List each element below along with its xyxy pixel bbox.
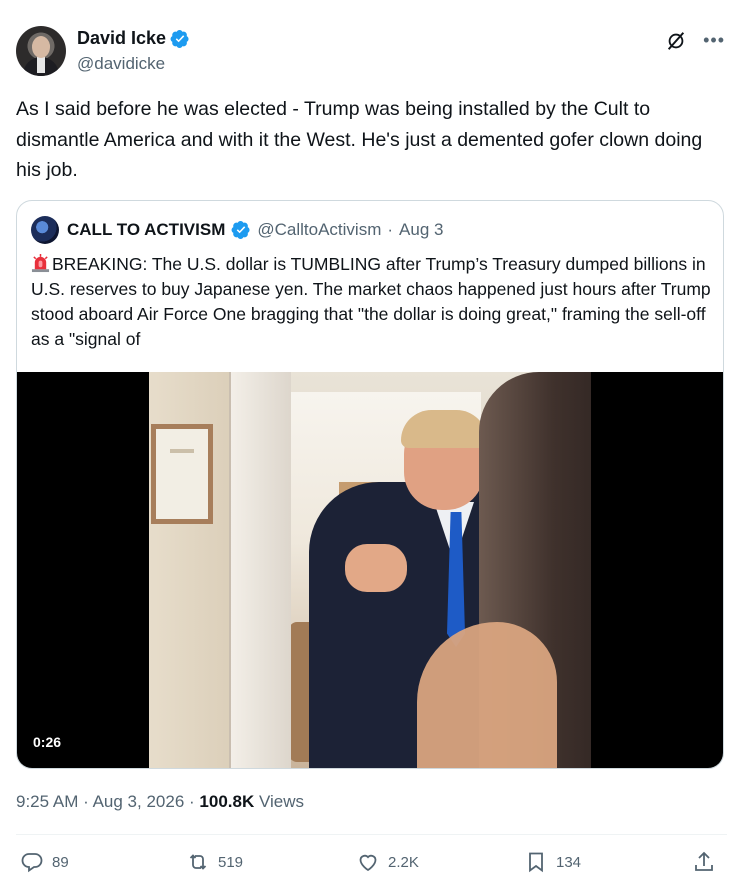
divider [16,834,727,835]
quoted-verified-badge-icon [231,221,250,239]
like-button[interactable]: 2.2K [356,850,419,874]
views-label: Views [258,792,305,811]
like-icon [359,854,377,872]
post-time[interactable]: 9:25 AM [16,792,78,811]
quoted-header: CALL TO ACTIVISM @CalltoActivism · Aug 3 [31,216,444,244]
meta-separator: · [83,792,89,811]
like-count: 2.2K [388,853,419,871]
tweet-header: David Icke @davidicke ••• [16,26,727,80]
video-frame [149,372,591,768]
grok-icon[interactable] [665,30,687,52]
video-player[interactable]: 0:26 [17,372,723,768]
meta-separator-2: · [189,792,195,811]
views-count: 100.8K [199,792,255,811]
siren-emoji-icon [31,254,50,273]
more-icon[interactable]: ••• [703,31,725,49]
repost-count: 519 [218,853,244,871]
reply-count: 89 [52,853,69,871]
quoted-handle: @CalltoActivism [257,220,382,239]
share-button[interactable] [692,850,716,874]
author-name-row: David Icke [77,28,190,49]
verified-badge-icon[interactable] [170,29,190,49]
quoted-separator: · [387,220,394,239]
quoted-avatar [31,216,59,244]
quoted-display-name: CALL TO ACTIVISM [67,220,226,239]
action-bar: 89 519 2.2K 134 [16,850,727,880]
post-date[interactable]: Aug 3, 2026 [93,792,185,811]
quoted-date: Aug 3 [399,220,444,239]
author-handle[interactable]: @davidicke [77,54,165,74]
author-display-name[interactable]: David Icke [77,28,166,49]
timestamp-line: 9:25 AM · Aug 3, 2026 · 100.8K Views [16,792,304,812]
repost-icon [189,854,207,870]
quoted-text-block: BREAKING: The U.S. dollar is TUMBLING af… [31,252,721,352]
repost-button[interactable]: 519 [186,850,243,874]
bookmark-button[interactable]: 134 [524,850,581,874]
quoted-tweet-card[interactable]: CALL TO ACTIVISM @CalltoActivism · Aug 3… [16,200,724,769]
reply-icon [21,853,43,873]
tweet-text: As I said before he was elected - Trump … [16,98,703,181]
reply-button[interactable]: 89 [20,850,69,874]
bookmark-count: 134 [556,853,582,871]
video-duration: 0:26 [33,734,62,750]
bookmark-icon [529,852,543,873]
quoted-text: BREAKING: The U.S. dollar is TUMBLING af… [31,254,711,349]
author-avatar[interactable] [16,26,66,76]
share-icon [695,851,713,871]
